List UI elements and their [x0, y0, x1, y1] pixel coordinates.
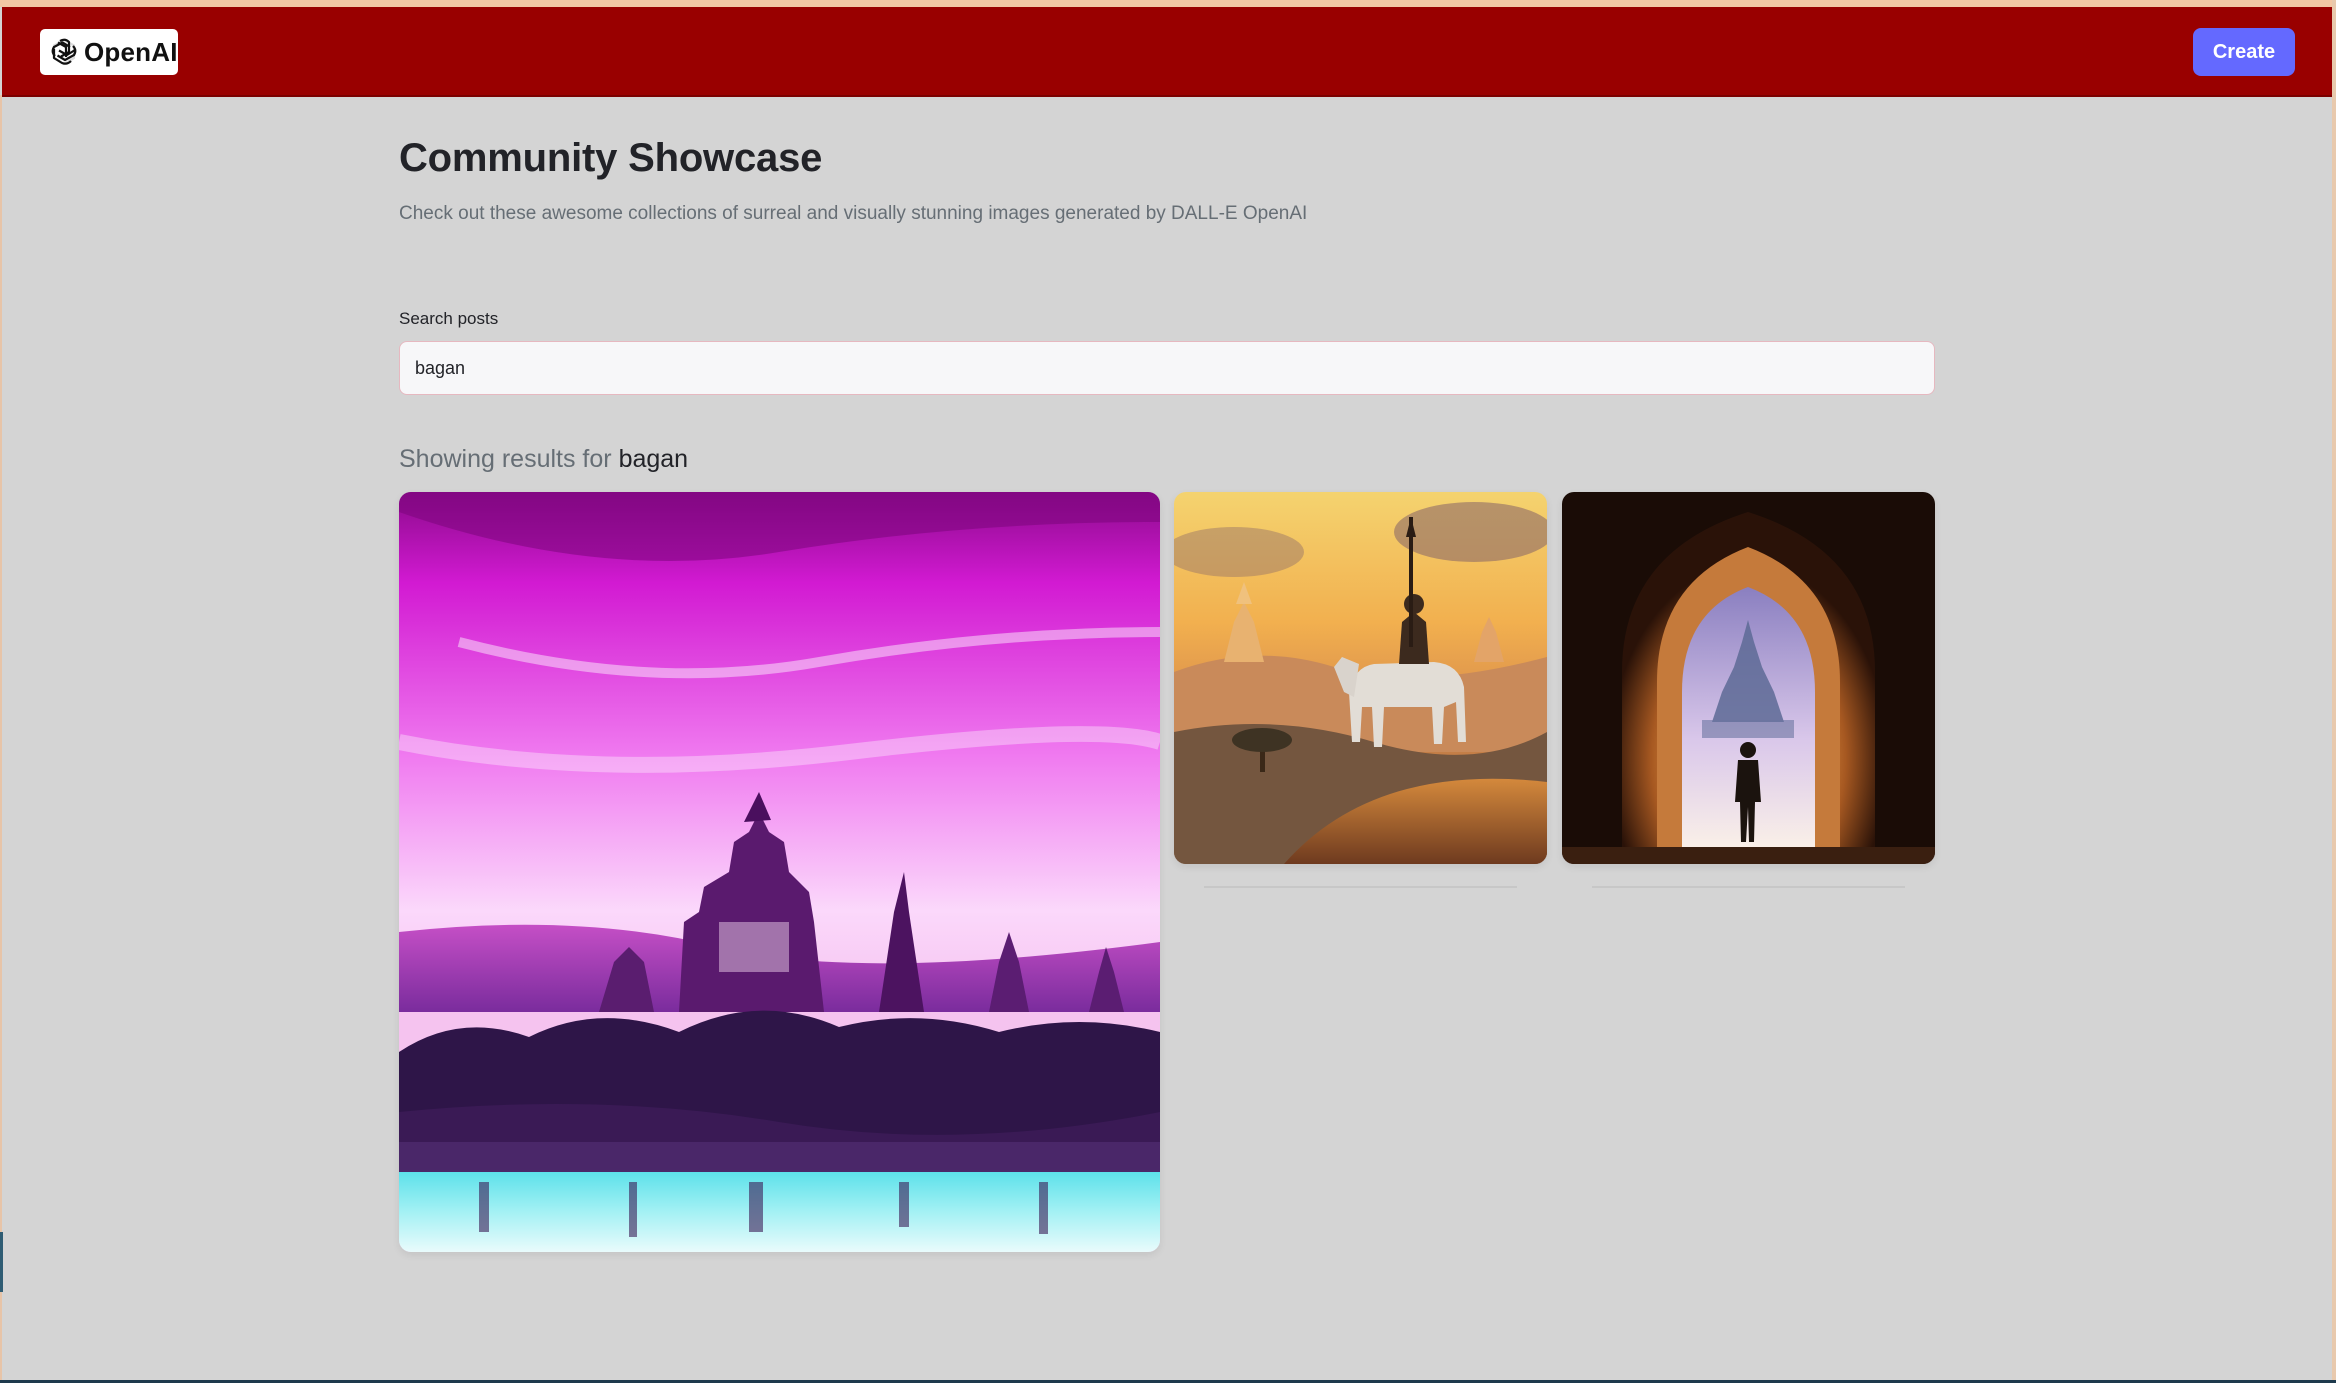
top-header: OpenAI Create [2, 7, 2332, 97]
window-left-edge [0, 95, 2, 1383]
page-title: Community Showcase [399, 136, 823, 180]
pagoda-landscape-image [399, 492, 1160, 1252]
page-subtitle: Check out these awesome collections of s… [399, 203, 1308, 224]
card-caption-divider [1592, 886, 1905, 888]
window-top-edge [0, 0, 2336, 7]
openai-logo-icon [51, 38, 77, 66]
image-card[interactable] [1562, 492, 1935, 864]
window-right-edge [2332, 0, 2336, 1383]
window-side-marker [0, 1232, 3, 1292]
horseman-temple-image [1174, 492, 1547, 864]
logo-text: OpenAI [84, 36, 178, 67]
image-card[interactable] [1174, 492, 1547, 864]
logo-link[interactable]: OpenAI [40, 29, 178, 75]
results-heading: Showing results for bagan [399, 445, 688, 474]
results-query: bagan [618, 445, 689, 473]
search-input[interactable] [399, 341, 1935, 395]
search-label: Search posts [399, 309, 499, 328]
arch-silhouette-image [1562, 492, 1935, 864]
create-button[interactable]: Create [2193, 28, 2295, 76]
image-card[interactable] [399, 492, 1160, 1252]
results-prefix: Showing results for [399, 445, 612, 473]
card-caption-divider [1204, 886, 1517, 888]
